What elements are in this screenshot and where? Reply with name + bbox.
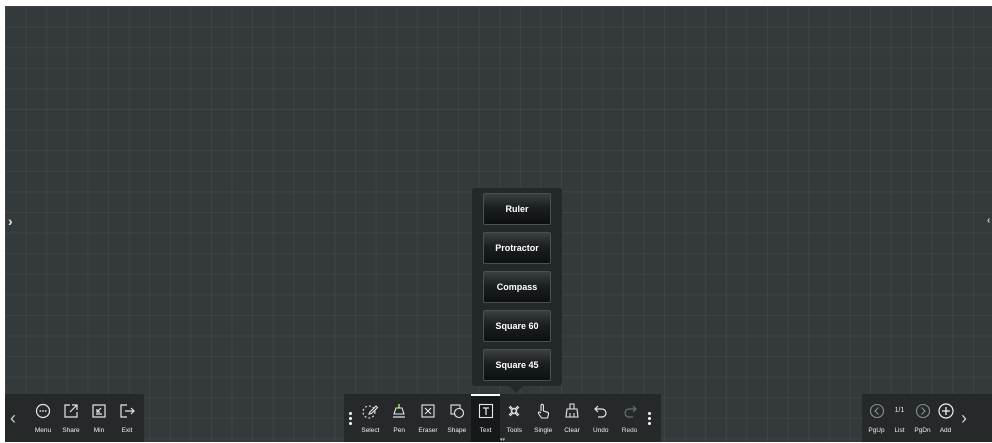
redo-icon — [621, 402, 639, 420]
eraser-label: Eraser — [418, 426, 438, 434]
page-toolbar: PgUp 1/1 List PgDn Add › — [862, 394, 992, 442]
tools-tool[interactable]: Tools — [500, 394, 529, 442]
add-page-label: Add — [939, 426, 952, 434]
menu-dots-icon — [34, 402, 52, 420]
undo-icon — [592, 402, 610, 420]
shape-icon — [448, 402, 466, 420]
right-panel-handle[interactable]: ‹ — [987, 214, 990, 228]
tools-popup: Ruler Protractor Compass Square 60 Squar… — [472, 188, 562, 393]
text-box-icon — [477, 402, 495, 420]
hand-touch-icon — [534, 402, 552, 420]
pen-tool[interactable]: Pen — [385, 394, 414, 442]
clear-label: Clear — [564, 426, 580, 434]
chevron-down-icon: ▾▾ — [500, 437, 506, 443]
pen-label: Pen — [393, 426, 405, 434]
pen-icon — [390, 402, 408, 420]
eraser-icon — [419, 402, 437, 420]
shape-label: Shape — [447, 426, 467, 434]
left-panel-handle[interactable]: › — [8, 214, 13, 228]
compass-button[interactable]: Compass — [483, 271, 551, 303]
share-button[interactable]: Share — [57, 394, 85, 442]
menu-button[interactable]: Menu — [29, 394, 57, 442]
page-list-label: List — [894, 426, 905, 434]
lasso-select-icon — [361, 402, 379, 420]
add-page-button[interactable]: Add — [934, 394, 957, 442]
main-toolbar: Select Pen Eraser Shape Text Tools Singl… — [344, 394, 661, 442]
minimize-button[interactable]: Min — [85, 394, 113, 442]
eraser-tool[interactable]: Eraser — [414, 394, 443, 442]
ruler-button[interactable]: Ruler — [483, 193, 551, 225]
page-indicator: 1/1 — [894, 407, 905, 414]
shape-tool[interactable]: Shape — [442, 394, 471, 442]
select-tool[interactable]: Select — [356, 394, 385, 442]
text-label: Text — [479, 426, 492, 434]
text-tool[interactable]: Text — [471, 394, 500, 442]
page-up-icon — [868, 402, 886, 420]
page-down-button[interactable]: PgDn — [911, 394, 934, 442]
right-drag-handle[interactable] — [644, 394, 656, 442]
collapse-right-arrow[interactable]: › — [957, 394, 971, 442]
minimize-label: Min — [93, 426, 105, 434]
exit-label: Exit — [121, 426, 133, 434]
page-down-label: PgDn — [914, 426, 931, 434]
page-up-label: PgUp — [868, 426, 885, 434]
share-label: Share — [62, 426, 80, 434]
add-page-icon — [937, 402, 955, 420]
square-45-button[interactable]: Square 45 — [483, 349, 551, 381]
collapse-left-arrow[interactable]: ‹ — [5, 394, 21, 442]
exit-button[interactable]: Exit — [113, 394, 141, 442]
undo-label: Undo — [593, 426, 609, 434]
page-list-button[interactable]: 1/1 List — [888, 394, 911, 442]
page-down-icon — [914, 402, 932, 420]
share-icon — [62, 402, 80, 420]
left-drag-handle[interactable] — [344, 394, 356, 442]
tools-icon — [505, 402, 523, 420]
tools-label: Tools — [506, 426, 522, 434]
exit-icon — [118, 402, 136, 420]
left-toolbar: ‹ Menu Share Min Exit — [5, 394, 144, 442]
protractor-button[interactable]: Protractor — [483, 232, 551, 264]
undo-tool[interactable]: Undo — [586, 394, 615, 442]
redo-label: Redo — [621, 426, 638, 434]
square-60-button[interactable]: Square 60 — [483, 310, 551, 342]
page-up-button[interactable]: PgUp — [865, 394, 888, 442]
menu-label: Menu — [34, 426, 52, 434]
single-label: Single — [534, 426, 553, 434]
select-label: Select — [361, 426, 380, 434]
minimize-icon — [90, 402, 108, 420]
single-touch-tool[interactable]: Single — [529, 394, 558, 442]
clear-icon — [563, 402, 581, 420]
clear-tool[interactable]: Clear — [558, 394, 587, 442]
redo-tool[interactable]: Redo — [615, 394, 644, 442]
